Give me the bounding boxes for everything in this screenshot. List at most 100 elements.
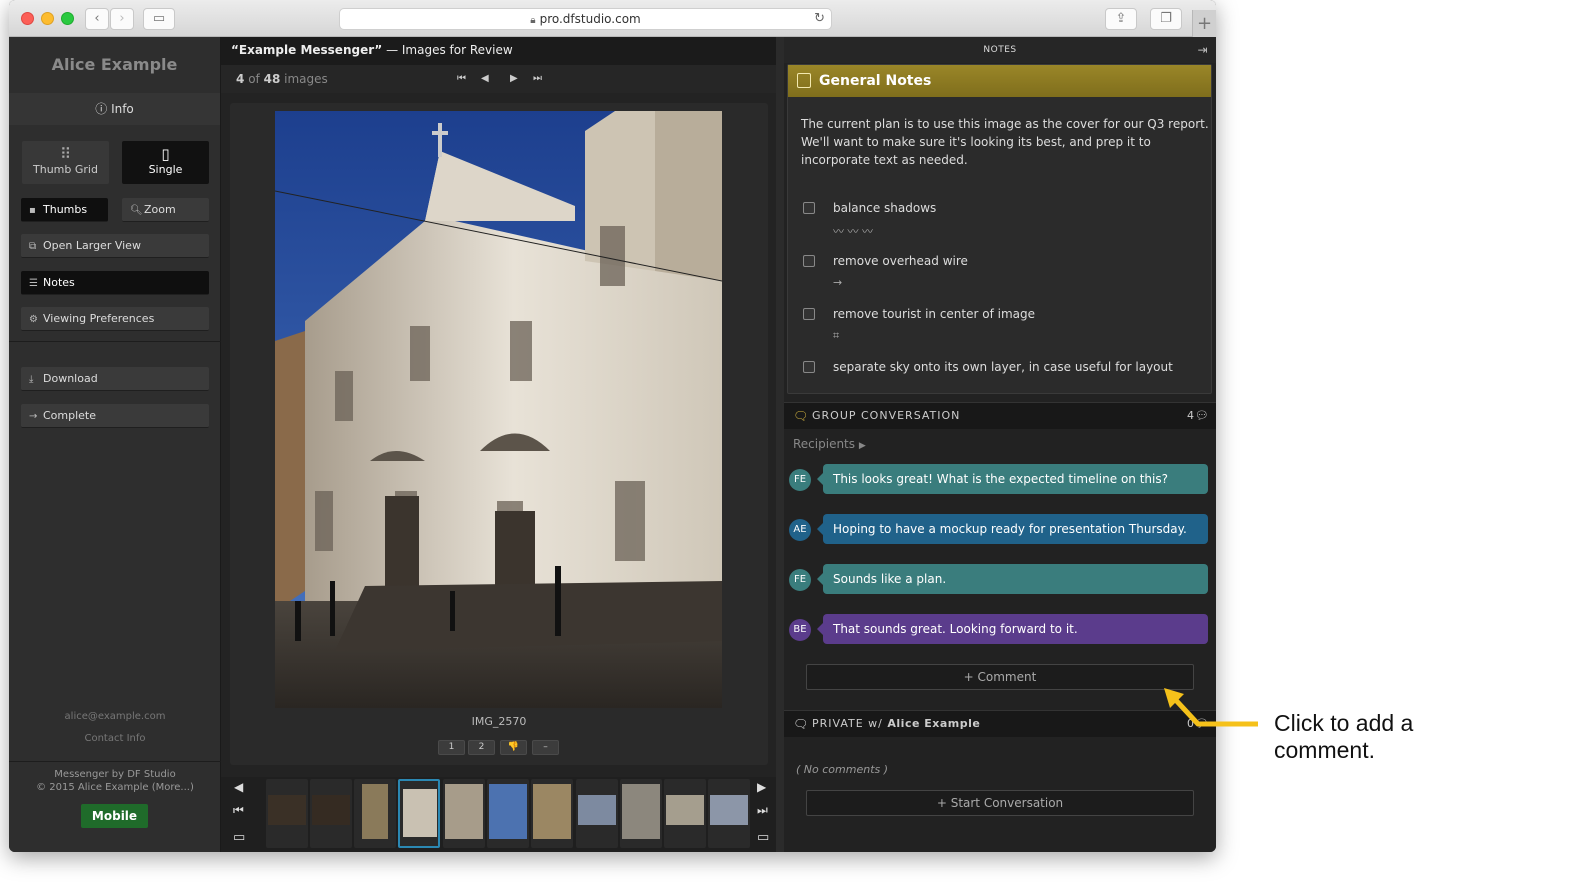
start-conversation-button[interactable]: + Start Conversation [806,790,1194,816]
reload-icon[interactable]: ↻ [814,9,825,29]
previous-image-icon[interactable]: ◀ [481,65,489,93]
thumbnail-image [362,784,388,839]
strip-prev-icon[interactable]: ◀ [234,780,243,794]
no-comments-text: ( No comments ) [796,763,889,776]
strip-first-icon[interactable]: ⏮ [233,803,244,818]
thumbnail[interactable] [266,779,308,848]
contact-info-link[interactable]: Contact Info [9,733,221,744]
group-conversation-title: GROUP CONVERSATION [812,409,961,422]
task-checkbox[interactable] [803,308,815,320]
share-icon[interactable]: ⇪ [1105,8,1137,30]
rating-2-button[interactable]: 2 [468,740,495,755]
private-prefix: PRIVATE w/ [812,717,888,730]
single-label: Single [148,163,183,176]
thumbnail[interactable] [310,779,352,848]
first-image-icon[interactable]: ⏮ [457,65,466,93]
callout-line-1: Click to add a [1274,710,1414,736]
collapse-panel-icon[interactable]: ⇥ [1197,37,1208,63]
callout-line-2: comment. [1274,737,1375,763]
url-text: pro.dfstudio.com [539,12,641,26]
task-label: separate sky onto its own layer, in case… [833,360,1173,374]
image-position: 4 of 48 images [221,65,776,93]
message-text: That sounds great. Looking forward to it… [823,614,1208,644]
new-tab-icon[interactable]: + [1192,10,1216,37]
complete-label: Complete [43,409,97,422]
forward-icon[interactable]: › [110,8,134,30]
thumbnail[interactable] [708,779,750,848]
thumbnail[interactable] [620,779,662,848]
thumbnail-image [622,784,660,839]
notes-button[interactable]: ☰ Notes [21,271,209,295]
avatar: FE [789,469,811,491]
strip-expand-icon[interactable]: ▭ [757,830,769,845]
thumbnail-image [489,784,527,839]
gallery-name: “Example Messenger” [231,43,383,57]
strip-grid-icon[interactable]: ▭ [233,830,245,845]
thumbnail-image [403,789,437,837]
strip-next-icon[interactable]: ▶ [757,780,766,794]
thumbnail[interactable] [487,779,529,848]
thumbnail-image [268,795,306,825]
reject-button[interactable]: 👎 [500,740,527,755]
zoom-button[interactable]: 🔍︎Zoom [122,198,209,222]
thumbnail-image [666,795,704,825]
main-photo[interactable] [275,111,722,708]
conversation-icon: 🗨︎ [793,717,810,731]
single-view-button[interactable]: ▯ Single [122,141,209,184]
image-viewer: “Example Messenger” — Images for Review … [221,37,776,852]
message-text: Sounds like a plan. [823,564,1208,594]
thumbnail[interactable] [576,779,618,848]
thumbs-icon: ▪ [29,205,36,216]
next-image-icon[interactable]: ▶ [510,65,518,93]
task-checkbox[interactable] [803,361,815,373]
clear-rating-button[interactable]: – [532,740,559,755]
caret-right-icon: ▶ [858,441,866,451]
private-recipient-name: Alice Example [887,717,981,730]
sidebar-user-name: Alice Example [51,55,178,74]
download-icon: ⤓ [29,374,34,385]
group-conversation-header[interactable]: 🗨︎ GROUP CONVERSATION 4 💬︎ [784,402,1216,429]
task-checkbox[interactable] [803,255,815,267]
tabs-overview-icon[interactable]: ❐ [1150,8,1182,30]
thumbnail[interactable] [531,779,573,848]
total-images: 48 [263,72,281,86]
thumbnail[interactable] [664,779,706,848]
callout-text: Click to add a comment. [1274,710,1413,764]
info-button[interactable]: ⓘ Info [9,93,220,125]
mobile-button[interactable]: Mobile [81,804,148,828]
comment-count-icon: 💬︎ [1195,409,1210,422]
current-index: 4 [236,72,245,86]
download-button[interactable]: ⤓ Download [21,367,209,391]
image-filename: IMG_2570 [471,715,527,728]
back-icon[interactable]: ‹ [85,8,109,30]
rating-1-button[interactable]: 1 [438,740,465,755]
zoom-window-button[interactable] [61,12,74,25]
gallery-title: “Example Messenger” — Images for Review [221,37,776,65]
thumbnail-selected[interactable] [398,779,440,848]
thumbnail[interactable] [354,779,396,848]
close-window-button[interactable] [21,12,34,25]
thumbnail[interactable] [443,779,485,848]
message: FE Sounds like a plan. [789,564,1208,594]
recipients-toggle[interactable]: Recipients ▶ [793,437,866,451]
minimize-window-button[interactable] [41,12,54,25]
list-icon: ☰ [29,278,38,289]
strip-last-icon[interactable]: ⏭ [757,803,768,818]
thumb-grid-button[interactable]: ⠿ Thumb Grid [22,141,109,184]
task-checkbox[interactable] [803,202,815,214]
open-larger-view-button[interactable]: ⧉ Open Larger View [21,234,209,258]
sidebar-toggle-icon[interactable]: ▭ [143,8,175,30]
private-conversation-header[interactable]: 🗨︎ PRIVATE w/ Alice Example 0 💬︎ [784,710,1216,737]
user-email-link[interactable]: alice@example.com [9,711,221,722]
note-icon [797,73,811,88]
viewing-preferences-button[interactable]: ⚙ Viewing Preferences [21,307,209,331]
copyright-text[interactable]: © 2015 Alice Example (More...) [9,782,221,793]
last-image-icon[interactable]: ⏭ [533,65,542,93]
thumbs-button[interactable]: ▪ Thumbs [21,198,108,222]
add-comment-button[interactable]: + Comment [806,664,1194,690]
single-icon: ▯ [161,145,170,163]
complete-button[interactable]: → Complete [21,404,209,428]
browser-toolbar: ‹ › ▭ 🔒︎ pro.dfstudio.com ↻ ⇪ ❐ + [9,0,1216,37]
message: FE This looks great! What is the expecte… [789,464,1208,494]
address-bar[interactable]: 🔒︎ pro.dfstudio.com ↻ [339,8,832,30]
